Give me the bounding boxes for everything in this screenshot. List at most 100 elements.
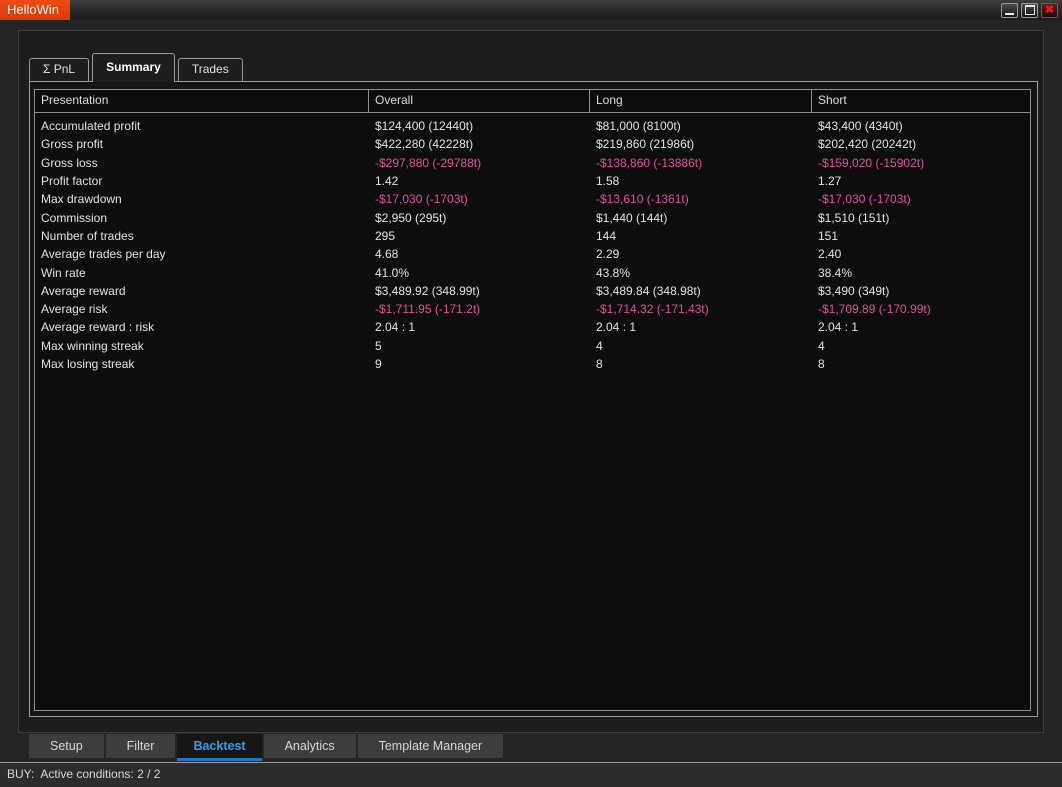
value-cell: -$297,880 (-29788t) <box>369 154 590 172</box>
table-body: Accumulated profit$124,400 (12440t)$81,0… <box>35 113 1030 373</box>
value-cell: 8 <box>590 355 812 373</box>
table-row: Average trades per day4.682.292.40 <box>35 245 1030 263</box>
tab-backtest[interactable]: Backtest <box>177 734 261 758</box>
column-header-short[interactable]: Short <box>812 90 1030 112</box>
value-cell: $1,440 (144t) <box>590 209 812 227</box>
column-header-long[interactable]: Long <box>590 90 812 112</box>
app-window: { "window": { "title": "HelloWin" }, "ti… <box>0 0 1062 787</box>
value-cell: -$1,714.32 (-171.43t) <box>590 300 812 318</box>
tab-summary[interactable]: Summary <box>92 53 175 82</box>
close-button[interactable]: ✖ <box>1041 3 1058 18</box>
minimize-button[interactable] <box>1001 3 1018 18</box>
value-cell: $3,490 (349t) <box>812 282 1030 300</box>
value-cell: $43,400 (4340t) <box>812 117 1030 135</box>
table-row: Max losing streak988 <box>35 355 1030 373</box>
row-label: Gross loss <box>35 154 369 172</box>
row-label: Win rate <box>35 264 369 282</box>
value-cell: -$1,709.89 (-170.99t) <box>812 300 1030 318</box>
close-icon: ✖ <box>1045 5 1054 16</box>
value-cell: 4 <box>812 337 1030 355</box>
table-row: Gross loss-$297,880 (-29788t)-$138,860 (… <box>35 154 1030 172</box>
table-header: PresentationOverallLongShort <box>35 90 1030 113</box>
table-row: Number of trades295144151 <box>35 227 1030 245</box>
value-cell: $202,420 (20242t) <box>812 135 1030 153</box>
value-cell: 2.04 : 1 <box>369 318 590 336</box>
row-label: Max drawdown <box>35 190 369 208</box>
table-row: Gross profit$422,280 (42228t)$219,860 (2… <box>35 135 1030 153</box>
tab-template-manager[interactable]: Template Manager <box>358 734 504 758</box>
value-cell: 4 <box>590 337 812 355</box>
value-cell: $2,950 (295t) <box>369 209 590 227</box>
column-header-presentation[interactable]: Presentation <box>35 90 369 112</box>
minimize-icon <box>1005 13 1014 15</box>
value-cell: $3,489.84 (348.98t) <box>590 282 812 300</box>
table-row: Max winning streak544 <box>35 337 1030 355</box>
maximize-button[interactable] <box>1021 3 1038 18</box>
row-label: Number of trades <box>35 227 369 245</box>
value-cell: 1.58 <box>590 172 812 190</box>
table-row: Profit factor1.421.581.27 <box>35 172 1030 190</box>
row-label: Commission <box>35 209 369 227</box>
value-cell: 1.27 <box>812 172 1030 190</box>
value-cell: 4.68 <box>369 245 590 263</box>
value-cell: 41.0% <box>369 264 590 282</box>
table-row: Max drawdown-$17,030 (-1703t)-$13,610 (-… <box>35 190 1030 208</box>
value-cell: 295 <box>369 227 590 245</box>
value-cell: 151 <box>812 227 1030 245</box>
value-cell: $3,489.92 (348.99t) <box>369 282 590 300</box>
tab-filter[interactable]: Filter <box>106 734 176 758</box>
value-cell: 144 <box>590 227 812 245</box>
value-cell: -$1,711.95 (-171.2t) <box>369 300 590 318</box>
summary-tab-page: PresentationOverallLongShort Accumulated… <box>29 81 1038 717</box>
value-cell: -$138,860 (-13886t) <box>590 154 812 172</box>
column-header-overall[interactable]: Overall <box>369 90 590 112</box>
value-cell: 43.8% <box>590 264 812 282</box>
bottom-tab-strip: SetupFilterBacktestAnalyticsTemplate Man… <box>0 733 1062 762</box>
row-label: Profit factor <box>35 172 369 190</box>
value-cell: 2.29 <box>590 245 812 263</box>
row-label: Average risk <box>35 300 369 318</box>
table-row: Average reward$3,489.92 (348.99t)$3,489.… <box>35 282 1030 300</box>
value-cell: $422,280 (42228t) <box>369 135 590 153</box>
maximize-icon <box>1025 5 1035 15</box>
value-cell: 8 <box>812 355 1030 373</box>
window-title: HelloWin <box>0 0 70 20</box>
value-cell: 9 <box>369 355 590 373</box>
value-cell: -$17,030 (-1703t) <box>812 190 1030 208</box>
row-label: Average trades per day <box>35 245 369 263</box>
row-label: Max losing streak <box>35 355 369 373</box>
value-cell: 2.04 : 1 <box>590 318 812 336</box>
title-bar: HelloWin ✖ <box>0 0 1062 20</box>
value-cell: 2.04 : 1 <box>812 318 1030 336</box>
value-cell: $81,000 (8100t) <box>590 117 812 135</box>
value-cell: $1,510 (151t) <box>812 209 1030 227</box>
value-cell: $219,860 (21986t) <box>590 135 812 153</box>
table-row: Commission$2,950 (295t)$1,440 (144t)$1,5… <box>35 208 1030 226</box>
value-cell: 5 <box>369 337 590 355</box>
value-cell: 1.42 <box>369 172 590 190</box>
row-label: Average reward <box>35 282 369 300</box>
value-cell: -$159,020 (-15902t) <box>812 154 1030 172</box>
top-tab-strip: Σ PnLSummaryTrades <box>29 52 243 81</box>
tab-pnl[interactable]: Σ PnL <box>29 58 89 81</box>
window-controls: ✖ <box>1001 0 1062 20</box>
value-cell: -$17,030 (-1703t) <box>369 190 590 208</box>
tab-analytics[interactable]: Analytics <box>264 734 356 758</box>
value-cell: 38.4% <box>812 264 1030 282</box>
value-cell: $124,400 (12440t) <box>369 117 590 135</box>
value-cell: 2.40 <box>812 245 1030 263</box>
value-cell: -$13,610 (-1361t) <box>590 190 812 208</box>
status-bar: BUY: Active conditions: 2 / 2 <box>0 762 1062 787</box>
summary-table: PresentationOverallLongShort Accumulated… <box>34 89 1031 711</box>
row-label: Accumulated profit <box>35 117 369 135</box>
row-label: Max winning streak <box>35 337 369 355</box>
table-row: Average risk-$1,711.95 (-171.2t)-$1,714.… <box>35 300 1030 318</box>
row-label: Gross profit <box>35 135 369 153</box>
tab-setup[interactable]: Setup <box>29 734 104 758</box>
main-panel: Σ PnLSummaryTrades PresentationOverallLo… <box>18 30 1044 733</box>
row-label: Average reward : risk <box>35 318 369 336</box>
table-row: Average reward : risk2.04 : 12.04 : 12.0… <box>35 318 1030 336</box>
tab-trades[interactable]: Trades <box>178 58 243 81</box>
table-row: Accumulated profit$124,400 (12440t)$81,0… <box>35 117 1030 135</box>
table-row: Win rate41.0%43.8%38.4% <box>35 263 1030 281</box>
